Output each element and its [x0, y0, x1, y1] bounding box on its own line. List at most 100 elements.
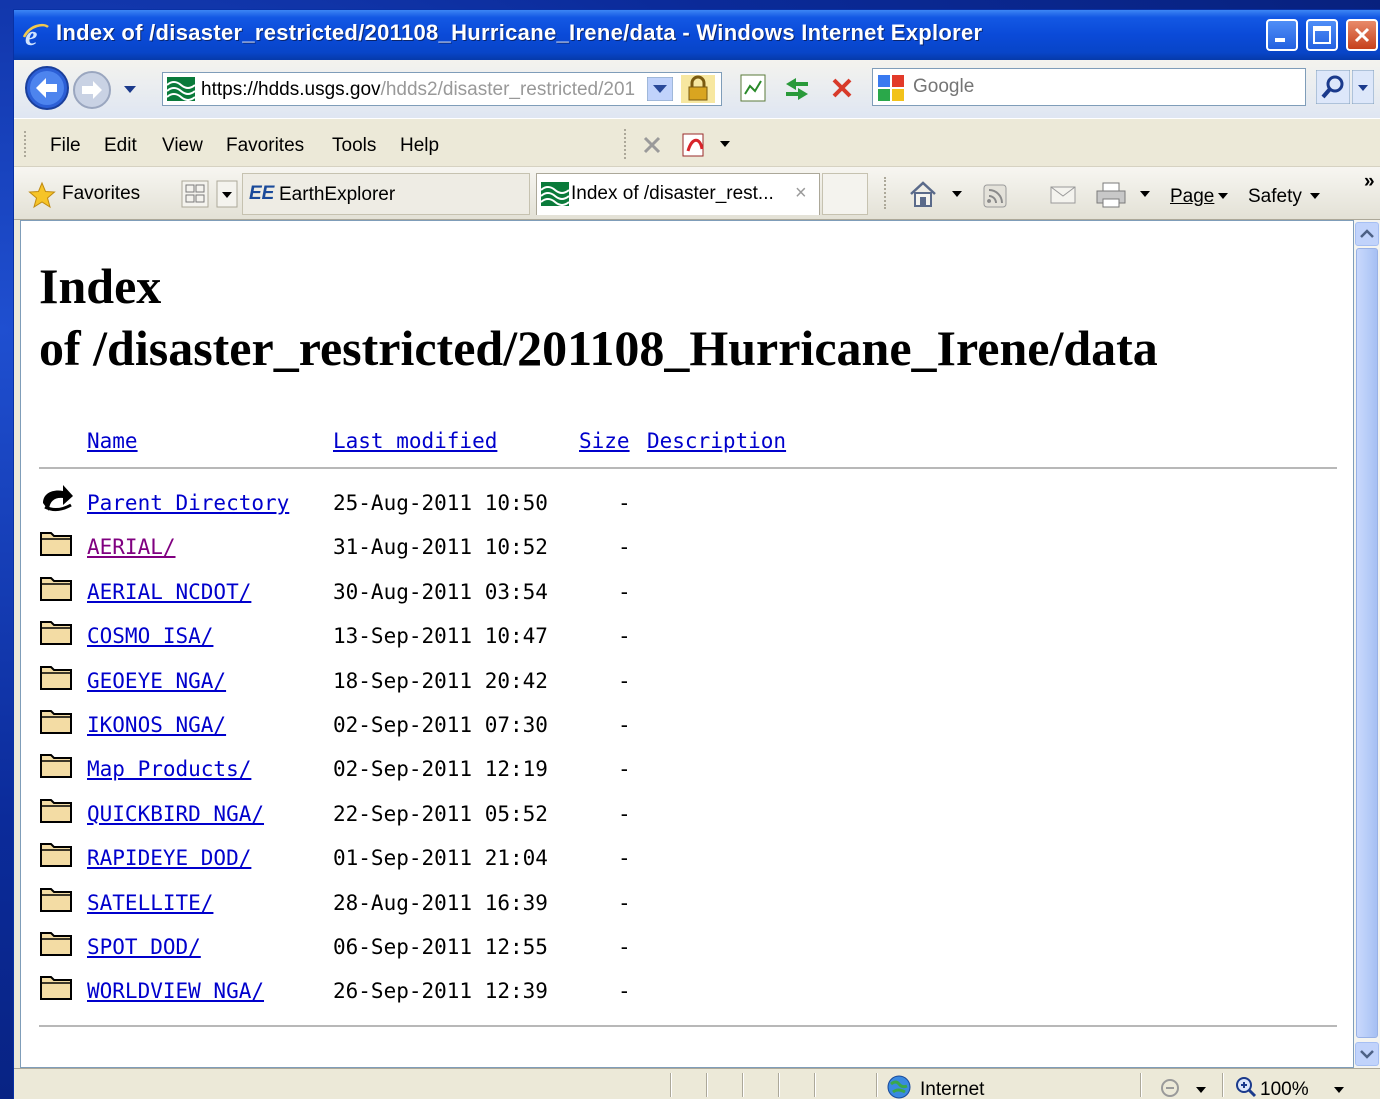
- search-box[interactable]: [872, 68, 1306, 106]
- search-input[interactable]: [911, 75, 1295, 99]
- directory-link[interactable]: RAPIDEYE DOD/: [87, 846, 251, 870]
- tab-index-of[interactable]: Index of /disaster_rest... ×: [536, 173, 820, 215]
- scroll-thumb[interactable]: [1356, 248, 1378, 1038]
- last-modified: 31-Aug-2011 10:52: [333, 535, 548, 560]
- history-dropdown-icon[interactable]: [122, 84, 138, 96]
- title-bar[interactable]: e Index of /disaster_restricted/201108_H…: [14, 10, 1380, 60]
- directory-link[interactable]: AERIAL/: [87, 535, 176, 559]
- sort-by-name-link[interactable]: Name: [87, 429, 138, 453]
- address-dropdown-icon[interactable]: [647, 77, 673, 101]
- clear-icon[interactable]: [640, 133, 664, 157]
- security-lock-icon[interactable]: [681, 75, 715, 103]
- directory-link[interactable]: IKONOS NGA/: [87, 713, 226, 737]
- directory-link[interactable]: GEOEYE NGA/: [87, 669, 226, 693]
- menu-edit[interactable]: Edit: [104, 135, 137, 157]
- zoom-icon[interactable]: [1234, 1075, 1258, 1099]
- home-dropdown-icon[interactable]: [950, 189, 964, 199]
- scroll-up-button[interactable]: [1355, 222, 1379, 246]
- last-modified: 18-Sep-2011 20:42: [333, 668, 548, 693]
- list-item: SATELLITE/28-Aug-2011 16:39 -: [21, 883, 1341, 927]
- list-item: QUICKBIRD NGA/22-Sep-2011 05:52 -: [21, 794, 1341, 838]
- page-content: Index of /disaster_restricted/201108_Hur…: [20, 220, 1354, 1068]
- folder-icon: [40, 754, 72, 779]
- quick-tabs-icon[interactable]: [180, 179, 210, 209]
- menu-bar: File Edit View Favorites Tools Help: [14, 118, 1380, 167]
- folder-icon: [40, 532, 72, 557]
- directory-link[interactable]: QUICKBIRD NGA/: [87, 802, 264, 826]
- list-item: SPOT DOD/06-Sep-2011 12:55 -: [21, 927, 1341, 971]
- compatibility-view-icon[interactable]: [738, 72, 768, 104]
- acrobat-pdf-icon[interactable]: [680, 129, 712, 159]
- last-modified: 06-Sep-2011 12:55: [333, 935, 548, 959]
- address-toolbar: https://hdds.usgs.gov/hdds2/disaster_res…: [14, 60, 1380, 118]
- back-button[interactable]: [24, 65, 70, 111]
- menu-favorites[interactable]: Favorites: [226, 135, 304, 157]
- last-modified: 02-Sep-2011 07:30: [333, 713, 548, 737]
- last-modified: 26-Sep-2011 12:39: [333, 979, 548, 1004]
- sort-by-size-link[interactable]: Size: [579, 429, 630, 453]
- directory-link[interactable]: SPOT DOD/: [87, 935, 201, 959]
- directory-link[interactable]: Map Products/: [87, 757, 251, 781]
- more-commands-chevron[interactable]: »: [1364, 171, 1375, 193]
- minimize-icon: [1275, 38, 1285, 42]
- favorites-bar: Favorites EE EarthExplorer Index of /dis…: [14, 166, 1380, 220]
- pdf-dropdown-icon[interactable]: [718, 139, 732, 149]
- search-options-dropdown[interactable]: [1352, 70, 1374, 104]
- safety-menu[interactable]: Safety: [1248, 186, 1302, 208]
- scroll-down-button[interactable]: [1355, 1042, 1379, 1066]
- list-item: IKONOS NGA/02-Sep-2011 07:30 -: [21, 705, 1341, 749]
- list-item: Parent Directory 25-Aug-2011 10:50 -: [21, 483, 1341, 527]
- size: -: [618, 801, 631, 826]
- read-mail-icon[interactable]: [1048, 183, 1078, 207]
- url-text[interactable]: https://hdds.usgs.gov/hdds2/disaster_res…: [201, 79, 641, 101]
- close-button[interactable]: [1346, 19, 1378, 51]
- tab-list-dropdown[interactable]: [216, 179, 238, 209]
- tab-earthexplorer[interactable]: EE EarthExplorer: [242, 173, 530, 215]
- directory-link[interactable]: SATELLITE/: [87, 891, 213, 915]
- last-modified: 02-Sep-2011 12:19: [333, 757, 548, 782]
- menu-tools[interactable]: Tools: [332, 135, 376, 157]
- directory-link[interactable]: AERIAL NCDOT/: [87, 580, 251, 604]
- directory-link[interactable]: COSMO ISA/: [87, 624, 213, 648]
- minimize-button[interactable]: [1266, 19, 1298, 51]
- page-title: Index of /disaster_restricted/201108_Hur…: [39, 258, 1158, 376]
- stop-icon[interactable]: [826, 72, 858, 104]
- print-icon[interactable]: [1094, 181, 1128, 209]
- search-button[interactable]: [1316, 70, 1350, 104]
- size: -: [618, 757, 631, 782]
- maximize-button[interactable]: [1306, 19, 1338, 51]
- zoom-level[interactable]: 100%: [1260, 1079, 1309, 1099]
- zoom-dropdown-icon[interactable]: [1332, 1085, 1346, 1095]
- directory-link[interactable]: WORLDVIEW NGA/: [87, 979, 264, 1003]
- new-tab-button[interactable]: [822, 173, 868, 215]
- favorites-star-icon[interactable]: [28, 181, 56, 209]
- internet-globe-icon: [887, 1075, 911, 1099]
- folder-icon: [40, 710, 72, 734]
- feeds-icon[interactable]: [982, 183, 1008, 209]
- protected-mode-dropdown[interactable]: [1194, 1085, 1208, 1095]
- refresh-icon[interactable]: [780, 72, 814, 104]
- menu-view[interactable]: View: [162, 135, 203, 157]
- footer-divider: [39, 1025, 1337, 1027]
- page-menu[interactable]: Page: [1170, 186, 1214, 208]
- folder-icon: [40, 665, 72, 690]
- last-modified: 25-Aug-2011 10:50: [333, 491, 548, 515]
- print-dropdown-icon[interactable]: [1138, 189, 1152, 199]
- close-icon: [1354, 27, 1370, 43]
- sort-by-last-modified-link[interactable]: Last modified: [333, 429, 497, 453]
- home-icon[interactable]: [908, 179, 938, 209]
- list-item: RAPIDEYE DOD/01-Sep-2011 21:04 -: [21, 838, 1341, 882]
- vertical-scrollbar[interactable]: [1354, 220, 1380, 1068]
- forward-button[interactable]: [72, 70, 112, 110]
- address-bar[interactable]: https://hdds.usgs.gov/hdds2/disaster_res…: [162, 72, 722, 106]
- size: -: [618, 624, 631, 649]
- sort-by-description-link[interactable]: Description: [647, 429, 786, 453]
- protected-mode-icon[interactable]: [1158, 1077, 1184, 1099]
- list-item: GEOEYE NGA/18-Sep-2011 20:42 -: [21, 661, 1341, 705]
- directory-link[interactable]: Parent Directory: [87, 491, 289, 515]
- favorites-button[interactable]: Favorites: [62, 183, 140, 205]
- list-item: WORLDVIEW NGA/26-Sep-2011 12:39 -: [21, 971, 1341, 1015]
- menu-help[interactable]: Help: [400, 135, 439, 157]
- tab-close-icon[interactable]: ×: [795, 182, 807, 205]
- menu-file[interactable]: File: [50, 135, 81, 157]
